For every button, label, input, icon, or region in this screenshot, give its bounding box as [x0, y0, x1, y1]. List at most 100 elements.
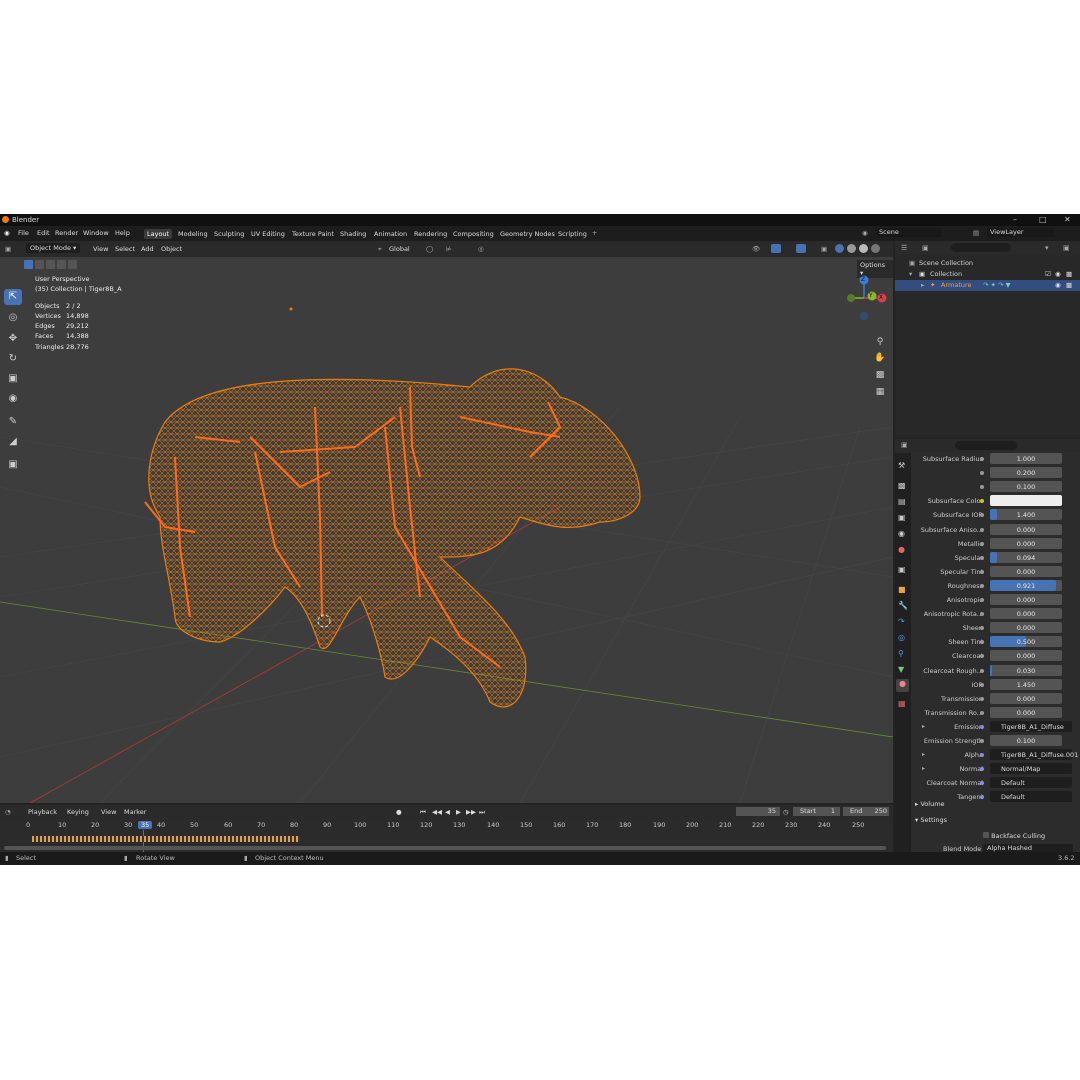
minimize-icon[interactable]: – [1013, 215, 1017, 224]
measure-tool-icon[interactable]: ◢ [4, 434, 22, 450]
tab-sculpting[interactable]: Sculpting [211, 229, 247, 239]
select-extend-icon[interactable] [35, 260, 44, 269]
navigation-gizmo[interactable]: Z X Y [842, 275, 888, 321]
current-frame-field[interactable]: 35 [736, 807, 780, 816]
pivot-icon[interactable]: ◯ [426, 245, 433, 253]
tab-texture-paint[interactable]: Texture Paint [289, 229, 337, 239]
cursor-tool-icon[interactable]: ◎ [4, 310, 22, 326]
object-tab-icon[interactable]: ■ [898, 585, 906, 594]
outliner-item-scene-collection[interactable]: ▣ Scene Collection [895, 258, 1080, 269]
tab-compositing[interactable]: Compositing [450, 229, 497, 239]
visibility-icon[interactable]: 👁 [752, 245, 760, 253]
socket-dot-icon[interactable] [980, 640, 984, 645]
linked-input-field[interactable]: Default [990, 777, 1072, 789]
expand-arrow-icon[interactable]: ▸ [922, 723, 925, 730]
property-value-field[interactable]: 1.400 [990, 509, 1062, 521]
property-value-field[interactable]: 0.921 [990, 579, 1062, 591]
property-value-field[interactable]: 0.500 [990, 636, 1062, 648]
property-value-field[interactable]: 0.000 [990, 565, 1062, 577]
jump-end-icon[interactable]: ⏭ [479, 808, 485, 817]
timeline-editor-icon[interactable]: ◔ [5, 808, 11, 816]
socket-dot-icon[interactable] [980, 527, 984, 532]
timeline-frames[interactable]: 0 10 20 30 35 40 50 60 70 80 90 100 110 … [0, 818, 893, 854]
render-tab-icon[interactable]: ▩ [898, 481, 906, 490]
overlay-toggle-icon[interactable] [796, 244, 806, 253]
viewport-menu-add[interactable]: Add [141, 245, 154, 253]
linked-input-field[interactable]: Tiger8B_A1_Diffuse.001 [990, 749, 1078, 761]
property-value-field[interactable]: 0.000 [990, 594, 1062, 605]
settings-panel-header[interactable]: ▾ Settings [915, 816, 947, 824]
tab-shading[interactable]: Shading [337, 229, 369, 239]
new-collection-icon[interactable]: ▣ [1063, 244, 1070, 252]
checkbox-icon[interactable] [983, 832, 989, 838]
select-intersect-icon[interactable] [68, 260, 77, 269]
selection-mode-buttons[interactable] [24, 260, 77, 270]
3d-viewport[interactable]: User Perspective (35) Collection | Tiger… [0, 257, 893, 803]
tab-rendering[interactable]: Rendering [411, 229, 450, 239]
socket-dot-icon[interactable] [980, 583, 984, 588]
timeline-menu-keying[interactable]: Keying [67, 808, 89, 816]
exclude-checkbox-icon[interactable]: ☑ [1045, 270, 1051, 278]
outliner-item-armature[interactable]: ▸ ✦ Armature ↷ ✦ ↷ ▼ ◉ ▩ [895, 280, 1080, 291]
properties-editor-icon[interactable]: ▣ [901, 441, 908, 449]
property-value-field[interactable]: 0.100 [990, 481, 1062, 493]
record-icon[interactable]: ● [396, 808, 402, 816]
rendered-shading-icon[interactable] [871, 244, 880, 253]
transform-tool-icon[interactable]: ◉ [4, 391, 22, 407]
select-invert-icon[interactable] [57, 260, 66, 269]
expand-arrow-icon[interactable]: ▾ [909, 270, 912, 278]
backface-culling-checkbox[interactable]: Backface Culling [983, 832, 1045, 840]
socket-dot-icon[interactable] [980, 668, 984, 673]
material-tab-icon[interactable]: ● [896, 679, 909, 692]
particles-tab-icon[interactable]: ↷ [898, 617, 905, 626]
wireframe-shading-icon[interactable] [835, 244, 844, 253]
outliner-editor-icon[interactable]: ☰ [901, 244, 907, 252]
expand-arrow-icon[interactable]: ▸ [922, 765, 925, 772]
world-tab-icon[interactable]: ● [898, 545, 905, 554]
end-frame-field[interactable]: End 250 [843, 807, 889, 816]
move-tool-icon[interactable]: ✥ [4, 331, 22, 347]
socket-dot-icon[interactable] [980, 499, 984, 504]
socket-dot-icon[interactable] [980, 753, 984, 758]
blender-menu-icon[interactable]: ◉ [4, 229, 10, 237]
menu-help[interactable]: Help [115, 229, 130, 237]
linked-input-field[interactable]: Normal/Map [990, 763, 1072, 775]
perspective-grid-icon[interactable]: ▦ [872, 387, 888, 401]
timeline-menu-marker[interactable]: Marker [124, 808, 146, 816]
menu-file[interactable]: File [18, 229, 29, 237]
property-value-field[interactable]: 0.000 [990, 622, 1062, 634]
tiger-wireframe-mesh[interactable] [148, 368, 641, 708]
snap-icon[interactable]: ⊭ [446, 245, 452, 253]
keyframe-strip[interactable] [32, 836, 300, 842]
physics-tab-icon[interactable]: ◎ [898, 633, 905, 642]
jump-start-icon[interactable]: ⏮ [420, 808, 426, 817]
linked-input-field[interactable]: Default [990, 791, 1072, 803]
socket-dot-icon[interactable] [980, 781, 984, 786]
expand-arrow-icon[interactable]: ▸ [921, 281, 924, 289]
viewport-menu-object[interactable]: Object [161, 245, 182, 253]
camera-icon[interactable]: ▩ [1066, 281, 1072, 289]
tab-geometry-nodes[interactable]: Geometry Nodes [497, 229, 558, 239]
socket-dot-icon[interactable] [980, 485, 984, 490]
eye-icon[interactable]: ◉ [1055, 281, 1061, 289]
close-icon[interactable]: ✕ [1064, 215, 1071, 224]
view-layer-selector[interactable]: ViewLayer [987, 228, 1054, 237]
maximize-icon[interactable]: □ [1039, 215, 1047, 224]
scale-tool-icon[interactable]: ▣ [4, 371, 22, 387]
camera-icon[interactable]: ▩ [1066, 270, 1072, 278]
pan-hand-icon[interactable]: ✋ [872, 353, 888, 367]
timeline-menu-view[interactable]: View [101, 808, 116, 816]
property-value-field[interactable]: 0.000 [990, 692, 1062, 704]
solid-shading-icon[interactable] [847, 244, 856, 253]
select-subtract-icon[interactable] [46, 260, 55, 269]
socket-dot-icon[interactable] [980, 555, 984, 560]
output-tab-icon[interactable]: ▤ [898, 497, 906, 506]
texture-tab-icon[interactable]: ▦ [898, 699, 906, 708]
constraints-tab-icon[interactable]: ⚲ [898, 649, 904, 658]
tab-animation[interactable]: Animation [371, 229, 410, 239]
camera-view-icon[interactable]: ▩ [872, 370, 888, 384]
expand-arrow-icon[interactable]: ▸ [922, 751, 925, 758]
property-value-field[interactable]: 0.000 [990, 608, 1062, 620]
property-value-field[interactable]: 0.030 [990, 664, 1062, 676]
volume-panel-header[interactable]: ▸ Volume [915, 800, 945, 808]
